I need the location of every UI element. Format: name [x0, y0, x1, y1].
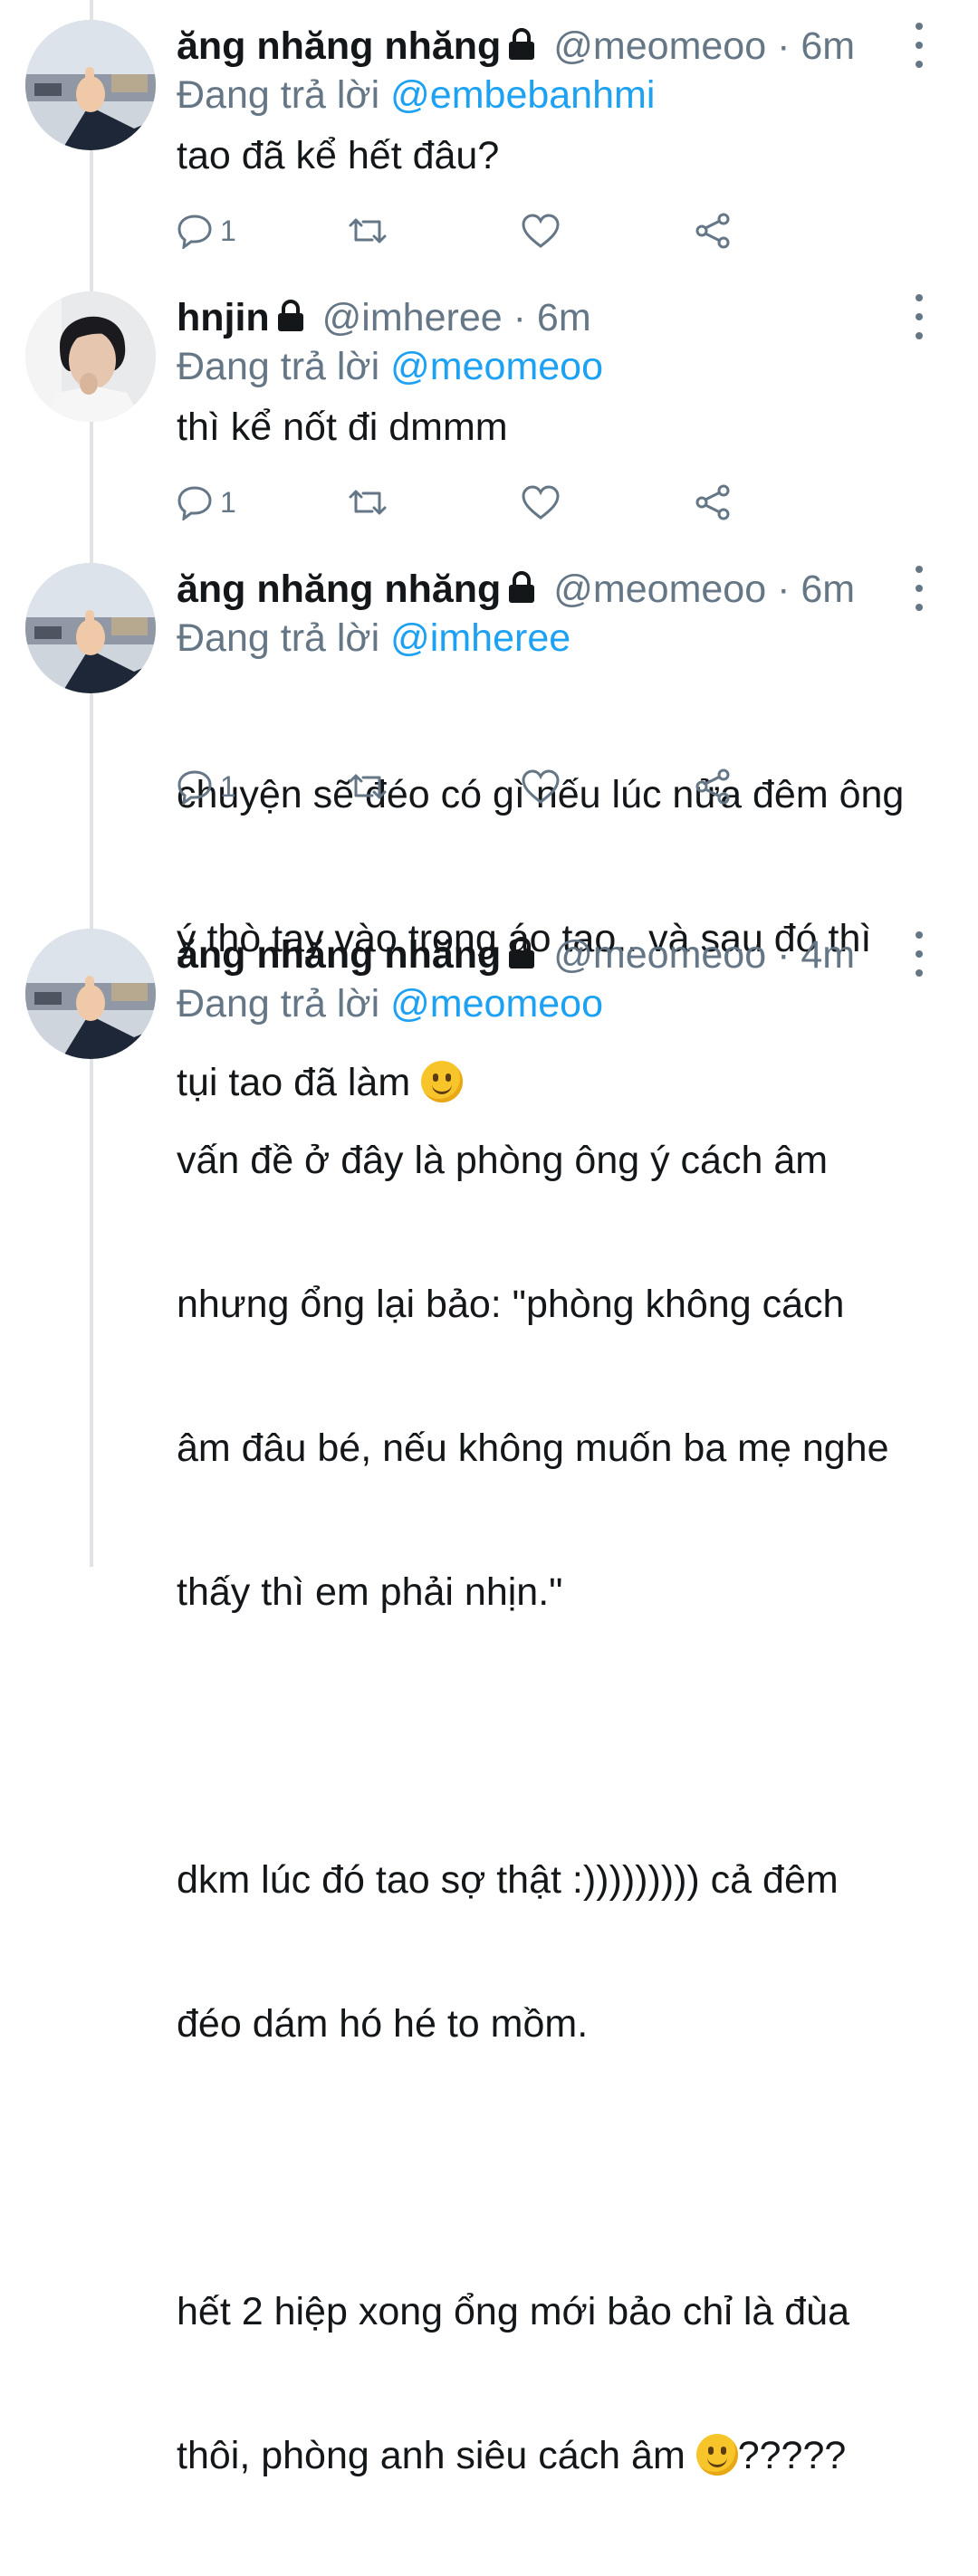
retweet-button[interactable]	[347, 764, 388, 809]
thread-line	[90, 0, 93, 1567]
display-name[interactable]: ăng nhăng nhăng	[177, 24, 501, 68]
reply-count: 1	[220, 214, 236, 247]
lock-icon	[506, 567, 537, 615]
slightly-smiling-face-icon	[695, 2434, 738, 2476]
timestamp[interactable]: 6m	[537, 296, 591, 339]
reply-mention[interactable]: @meomeoo	[390, 345, 603, 388]
tweet-text-fragment: thôi, phòng anh siêu cách âm	[177, 2434, 696, 2477]
share-icon	[695, 213, 730, 249]
reply-mention[interactable]: @imheree	[390, 616, 570, 660]
share-icon	[695, 768, 730, 805]
retweet-icon	[349, 218, 387, 243]
reply-context: Đang trả lời @embebanhmi	[177, 71, 942, 119]
tweet-text-blank-line	[177, 2144, 942, 2192]
more-options-icon[interactable]	[910, 566, 928, 611]
reply-button[interactable]: 1	[177, 208, 236, 253]
tweet-header: ăng nhăng nhăng @meomeoo · 6m	[177, 565, 942, 614]
reply-context: Đang trả lời @meomeoo	[177, 979, 942, 1028]
action-bar: 1	[177, 208, 810, 253]
tweet-text: thì kể nốt đi dmmm	[177, 405, 508, 449]
more-options-icon[interactable]	[910, 23, 928, 68]
person-avatar	[25, 291, 156, 422]
lock-icon	[506, 24, 537, 72]
timestamp[interactable]: 6m	[801, 568, 855, 611]
reply-prefix: Đang trả lời	[177, 73, 380, 117]
lock-icon	[275, 295, 306, 344]
action-bar: 1	[177, 764, 810, 809]
tweet-text-line: hết 2 hiệp xong ổng mới bảo chỉ là đùa	[177, 2290, 849, 2333]
tweet-text-line: đéo dám hó hé to mồm.	[177, 2002, 589, 2046]
reply-mention[interactable]: @embebanhmi	[390, 73, 655, 117]
heart-icon	[522, 485, 560, 520]
retweet-icon	[349, 490, 387, 515]
user-handle[interactable]: @meomeoo	[553, 24, 766, 68]
avatar[interactable]	[25, 20, 156, 150]
share-button[interactable]	[693, 480, 733, 525]
like-button[interactable]	[521, 480, 561, 525]
separator-dot: ·	[513, 296, 526, 339]
reply-icon	[177, 215, 212, 249]
reply-count: 1	[220, 485, 236, 519]
display-name[interactable]: ăng nhăng nhăng	[177, 933, 501, 977]
tweet-header: hnjin @imheree · 6m	[177, 293, 942, 342]
share-icon	[695, 484, 730, 520]
retweet-icon	[349, 774, 387, 799]
separator-dot: ·	[777, 568, 791, 611]
tweet-text-line: dkm lúc đó tao sợ thật :))))))))) cả đêm	[177, 1858, 839, 1902]
reply-prefix: Đang trả lời	[177, 616, 380, 660]
tweet-text-line: thôi, phòng anh siêu cách âm ?????	[177, 2432, 942, 2480]
reply-context: Đang trả lời @imheree	[177, 614, 942, 663]
avatar[interactable]	[25, 291, 156, 422]
display-name[interactable]: ăng nhăng nhăng	[177, 568, 501, 611]
reply-context: Đang trả lời @meomeoo	[177, 342, 942, 391]
thumbs-up-avatar	[25, 20, 156, 150]
reply-icon	[177, 770, 212, 805]
reply-prefix: Đang trả lời	[177, 982, 380, 1026]
tweet-header: ăng nhăng nhăng @meomeoo · 6m	[177, 22, 942, 71]
reply-mention[interactable]: @meomeoo	[390, 982, 603, 1026]
tweet-text-line: vấn đề ở đây là phòng ông ý cách âm	[177, 1139, 829, 1182]
reply-prefix: Đang trả lời	[177, 345, 380, 388]
reply-button[interactable]: 1	[177, 764, 236, 809]
tweet-text-line: nhưng ổng lại bảo: "phòng không cách	[177, 1283, 845, 1326]
tweet-text-line: âm đâu bé, nếu không muốn ba mẹ nghe	[177, 1426, 889, 1470]
more-options-icon[interactable]	[910, 294, 928, 339]
tweet-header: ăng nhăng nhăng @meomeoo · 4m	[177, 930, 942, 979]
thumbs-up-avatar	[25, 563, 156, 693]
tweet-text: tao đã kể hết đâu?	[177, 134, 500, 177]
tweet-text-fragment: ?????	[737, 2434, 847, 2477]
share-button[interactable]	[693, 764, 733, 809]
separator-dot: ·	[777, 933, 791, 977]
reply-button[interactable]: 1	[177, 480, 236, 525]
user-handle[interactable]: @imheree	[322, 296, 503, 339]
heart-icon	[522, 214, 560, 248]
like-button[interactable]	[521, 764, 561, 809]
user-handle[interactable]: @meomeoo	[553, 568, 766, 611]
tweet-text-blank-line	[177, 1713, 942, 1760]
retweet-button[interactable]	[347, 208, 388, 253]
tweet-text: vấn đề ở đây là phòng ông ý cách âm nhưn…	[177, 1041, 942, 2576]
separator-dot: ·	[777, 24, 791, 68]
avatar[interactable]	[25, 563, 156, 693]
share-button[interactable]	[693, 208, 733, 253]
heart-icon	[522, 769, 560, 804]
timestamp[interactable]: 4m	[801, 933, 855, 977]
more-options-icon[interactable]	[910, 931, 928, 977]
action-bar: 1	[177, 480, 810, 525]
retweet-button[interactable]	[347, 480, 388, 525]
display-name[interactable]: hnjin	[177, 296, 270, 339]
timestamp[interactable]: 6m	[801, 24, 855, 68]
tweet-text-line: thấy thì em phải nhịn."	[177, 1570, 563, 1614]
reply-icon	[177, 486, 212, 520]
lock-icon	[506, 932, 537, 981]
user-handle[interactable]: @meomeoo	[553, 933, 766, 977]
like-button[interactable]	[521, 208, 561, 253]
reply-count: 1	[220, 769, 236, 803]
thumbs-up-avatar	[25, 929, 156, 1059]
avatar[interactable]	[25, 929, 156, 1059]
